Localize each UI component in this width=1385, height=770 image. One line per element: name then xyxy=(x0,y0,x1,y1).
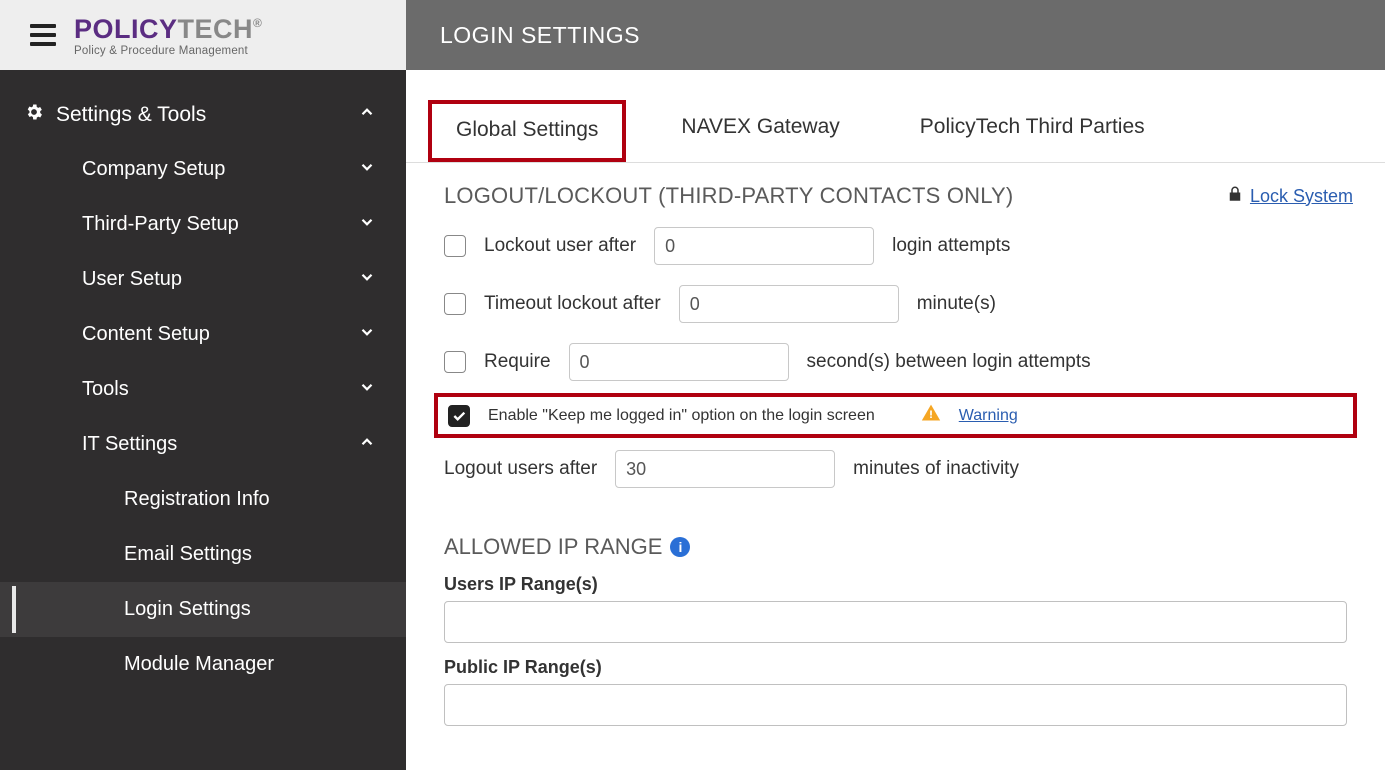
chevron-down-icon xyxy=(358,213,376,237)
label-login-attempts: login attempts xyxy=(892,235,1010,257)
section-title-ip-range: ALLOWED IP RANGE xyxy=(444,534,662,560)
label-minutes-inactivity: minutes of inactivity xyxy=(853,458,1019,480)
brand-reg: ® xyxy=(253,16,262,30)
label-logout-after: Logout users after xyxy=(444,458,597,480)
sidebar-item-content-setup[interactable]: Content Setup xyxy=(0,307,406,362)
sidebar-item-user-setup[interactable]: User Setup xyxy=(0,252,406,307)
warning-link[interactable]: Warning xyxy=(959,407,1018,425)
sidebar-item-label: Third-Party Setup xyxy=(82,213,239,236)
sidebar-item-third-party-setup[interactable]: Third-Party Setup xyxy=(0,197,406,252)
input-lockout-attempts[interactable] xyxy=(654,227,874,265)
page-title: LOGIN SETTINGS xyxy=(406,0,1385,70)
sidebar-item-label: Content Setup xyxy=(82,323,210,346)
row-keep-logged-in: Enable "Keep me logged in" option on the… xyxy=(434,393,1357,438)
chevron-down-icon xyxy=(358,158,376,182)
lock-system-label: Lock System xyxy=(1250,186,1353,207)
checkbox-require-seconds[interactable] xyxy=(444,351,466,373)
input-users-ip-range[interactable] xyxy=(444,601,1347,643)
checkbox-keep-logged-in[interactable] xyxy=(448,405,470,427)
lock-icon xyxy=(1226,185,1244,208)
chevron-up-icon xyxy=(358,103,376,127)
chevron-down-icon xyxy=(358,378,376,402)
brand-main1: POLICY xyxy=(74,14,178,45)
logo-bar: POLICYTECH® Policy & Procedure Managemen… xyxy=(0,0,406,70)
brand-main2: TECH xyxy=(178,14,254,45)
input-public-ip-range[interactable] xyxy=(444,684,1347,726)
warning-icon xyxy=(921,403,941,428)
chevron-up-icon xyxy=(358,433,376,457)
label-require: Require xyxy=(484,351,551,373)
sidebar: Settings & Tools Company Setup Third-Par… xyxy=(0,70,406,770)
label-timeout-lockout: Timeout lockout after xyxy=(484,293,661,315)
label-users-ip-range: Users IP Range(s) xyxy=(444,574,1347,595)
info-icon[interactable]: i xyxy=(670,537,690,557)
input-logout-minutes[interactable] xyxy=(615,450,835,488)
input-require-seconds[interactable] xyxy=(569,343,789,381)
label-keep-logged-in: Enable "Keep me logged in" option on the… xyxy=(488,407,875,425)
sidebar-item-label: IT Settings xyxy=(82,433,177,456)
sidebar-subitem-email-settings[interactable]: Email Settings xyxy=(0,527,406,582)
sidebar-item-company-setup[interactable]: Company Setup xyxy=(0,142,406,197)
label-seconds-between: second(s) between login attempts xyxy=(807,351,1091,373)
sidebar-item-it-settings[interactable]: IT Settings xyxy=(0,417,406,472)
section-title-lockout: LOGOUT/LOCKOUT (THIRD-PARTY CONTACTS ONL… xyxy=(444,183,1013,209)
tab-navex-gateway[interactable]: NAVEX Gateway xyxy=(656,100,864,162)
checkbox-timeout-lockout[interactable] xyxy=(444,293,466,315)
sidebar-item-label: Tools xyxy=(82,378,129,401)
tabs: Global Settings NAVEX Gateway PolicyTech… xyxy=(406,70,1385,163)
sidebar-item-label: Company Setup xyxy=(82,158,225,181)
hamburger-icon[interactable] xyxy=(30,24,56,46)
input-timeout-minutes[interactable] xyxy=(679,285,899,323)
tab-global-settings[interactable]: Global Settings xyxy=(428,100,626,162)
brand-logo: POLICYTECH® Policy & Procedure Managemen… xyxy=(74,14,262,57)
checkbox-lockout-user[interactable] xyxy=(444,235,466,257)
label-lockout-user: Lockout user after xyxy=(484,235,636,257)
lock-system-link[interactable]: Lock System xyxy=(1226,185,1353,208)
tab-policytech-third-parties[interactable]: PolicyTech Third Parties xyxy=(895,100,1170,162)
sidebar-item-tools[interactable]: Tools xyxy=(0,362,406,417)
sidebar-item-label: User Setup xyxy=(82,268,182,291)
sidebar-head-settings[interactable]: Settings & Tools xyxy=(0,88,406,142)
label-minutes: minute(s) xyxy=(917,293,996,315)
sidebar-subitem-module-manager[interactable]: Module Manager xyxy=(0,637,406,692)
label-public-ip-range: Public IP Range(s) xyxy=(444,657,1347,678)
sidebar-subitem-registration-info[interactable]: Registration Info xyxy=(0,472,406,527)
sidebar-subitem-login-settings[interactable]: Login Settings xyxy=(0,582,406,637)
chevron-down-icon xyxy=(358,323,376,347)
sidebar-head-label: Settings & Tools xyxy=(56,103,206,127)
chevron-down-icon xyxy=(358,268,376,292)
brand-subtitle: Policy & Procedure Management xyxy=(74,45,262,57)
gear-icon xyxy=(24,102,44,128)
